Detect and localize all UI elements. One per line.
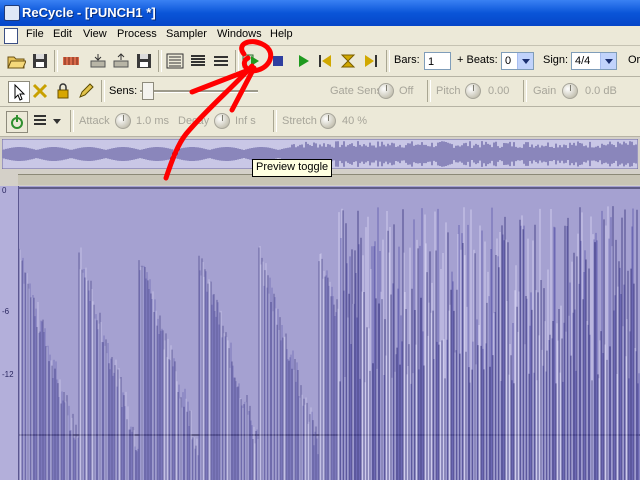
pitch-label: Pitch xyxy=(436,85,461,97)
gate-sens-knob[interactable] xyxy=(378,83,394,99)
bars-label: Bars: xyxy=(394,54,420,66)
gain-label: Gain xyxy=(533,85,557,97)
toolbar-separator xyxy=(158,50,162,72)
envelope-toolbar: Attack 1.0 ms Decay Inf s Stretch 40 % xyxy=(0,107,640,137)
stretch-knob[interactable] xyxy=(320,113,336,129)
beats-value: 0 xyxy=(505,55,512,67)
lock-icon[interactable] xyxy=(53,81,73,101)
sampler-receive-icon[interactable] xyxy=(111,51,131,71)
menu-help[interactable]: Help xyxy=(270,28,293,40)
db-label-0: 0 xyxy=(2,186,7,195)
gate-sens-label: Gate Sens xyxy=(330,85,382,97)
pencil-tool-icon[interactable] xyxy=(76,81,96,101)
sign-value: 4/4 xyxy=(575,55,591,67)
stretch-value: 40 % xyxy=(342,115,368,127)
bars-input[interactable]: 1 xyxy=(424,52,451,70)
play-icon[interactable] xyxy=(293,51,313,71)
sens-label: Sens: xyxy=(109,85,138,97)
view-mode-1-icon[interactable] xyxy=(165,51,185,71)
main-waveform xyxy=(19,187,640,480)
menu-windows[interactable]: Windows xyxy=(217,28,262,40)
menu-view[interactable]: View xyxy=(83,28,107,40)
time-signature-select[interactable]: 4/4 xyxy=(571,52,617,70)
menu-process[interactable]: Process xyxy=(117,28,157,40)
chevron-down-icon[interactable] xyxy=(53,119,61,124)
decay-label: Decay xyxy=(178,115,210,127)
gain-value: 0.0 dB xyxy=(585,85,617,97)
slider-track xyxy=(140,90,258,93)
view-mode-3-icon[interactable] xyxy=(211,51,231,71)
go-to-end-icon[interactable] xyxy=(361,51,381,71)
list-view-icon[interactable] xyxy=(30,111,50,131)
envelope-power-icon[interactable] xyxy=(6,111,28,133)
slider-thumb[interactable] xyxy=(142,82,154,100)
sampler-send-icon[interactable] xyxy=(88,51,108,71)
decay-value: Inf s xyxy=(235,115,256,127)
menu-bar: File Edit View Process Sampler Windows H… xyxy=(0,26,640,46)
db-scale: 0 -6 -12 xyxy=(0,186,19,480)
toolbar-separator xyxy=(523,80,527,102)
or-label: Or xyxy=(628,54,640,66)
pitch-value: 0.00 xyxy=(488,85,510,97)
stretch-label: Stretch xyxy=(282,115,317,127)
gate-sens-value: Off xyxy=(399,85,414,97)
db-label-minus-12: -12 xyxy=(2,370,14,379)
open-folder-icon[interactable] xyxy=(6,51,26,71)
waveform-editor[interactable]: 0 -6 -12 xyxy=(0,186,640,480)
menu-edit[interactable]: Edit xyxy=(53,28,72,40)
menu-file[interactable]: File xyxy=(26,28,44,40)
go-to-start-icon[interactable] xyxy=(315,51,335,71)
slice-toolbar: Sens: Preview toggle Gate Sens Off Pitch… xyxy=(0,77,640,177)
toolbar-separator xyxy=(427,80,431,102)
decay-knob[interactable] xyxy=(214,113,230,129)
toolbar-separator xyxy=(54,50,58,72)
loop-icon[interactable] xyxy=(338,51,358,71)
stop-icon[interactable] xyxy=(268,51,288,71)
view-mode-2-icon[interactable] xyxy=(188,51,208,71)
pointer-tool-icon[interactable] xyxy=(8,81,30,103)
toolbar-separator xyxy=(273,110,277,132)
save-sample-icon[interactable] xyxy=(134,51,154,71)
sign-label: Sign: xyxy=(543,54,569,66)
title-bar: ReCycle - [PUNCH1 *] xyxy=(0,0,640,26)
attack-value: 1.0 ms xyxy=(136,115,170,127)
chevron-down-icon[interactable] xyxy=(600,53,616,69)
toolbar-separator xyxy=(70,110,74,132)
toolbar-separator xyxy=(235,50,239,72)
toolbar-separator xyxy=(101,80,105,102)
preview-toggle-tooltip: Preview toggle xyxy=(252,159,333,177)
export-slices-icon[interactable] xyxy=(61,51,81,71)
gain-knob[interactable] xyxy=(562,83,578,99)
save-disk-icon[interactable] xyxy=(30,51,50,71)
preview-toggle-icon[interactable] xyxy=(241,51,261,71)
silence-tool-icon[interactable] xyxy=(30,81,50,101)
sensitivity-slider[interactable] xyxy=(140,82,258,100)
attack-knob[interactable] xyxy=(115,113,131,129)
menu-sampler[interactable]: Sampler xyxy=(166,28,207,40)
window-title: ReCycle - [PUNCH1 *] xyxy=(22,5,156,20)
beats-label: + Beats: xyxy=(457,54,498,66)
document-icon[interactable] xyxy=(4,28,18,44)
main-toolbar: Bars: 1 + Beats: 0 Sign: 4/4 Or xyxy=(0,46,640,77)
pitch-knob[interactable] xyxy=(465,83,481,99)
db-label-minus-6: -6 xyxy=(2,307,10,316)
recycle-app-icon xyxy=(4,5,20,21)
attack-label: Attack xyxy=(79,115,110,127)
chevron-down-icon[interactable] xyxy=(517,53,533,69)
toolbar-separator xyxy=(386,50,390,72)
beats-select[interactable]: 0 xyxy=(501,52,534,70)
